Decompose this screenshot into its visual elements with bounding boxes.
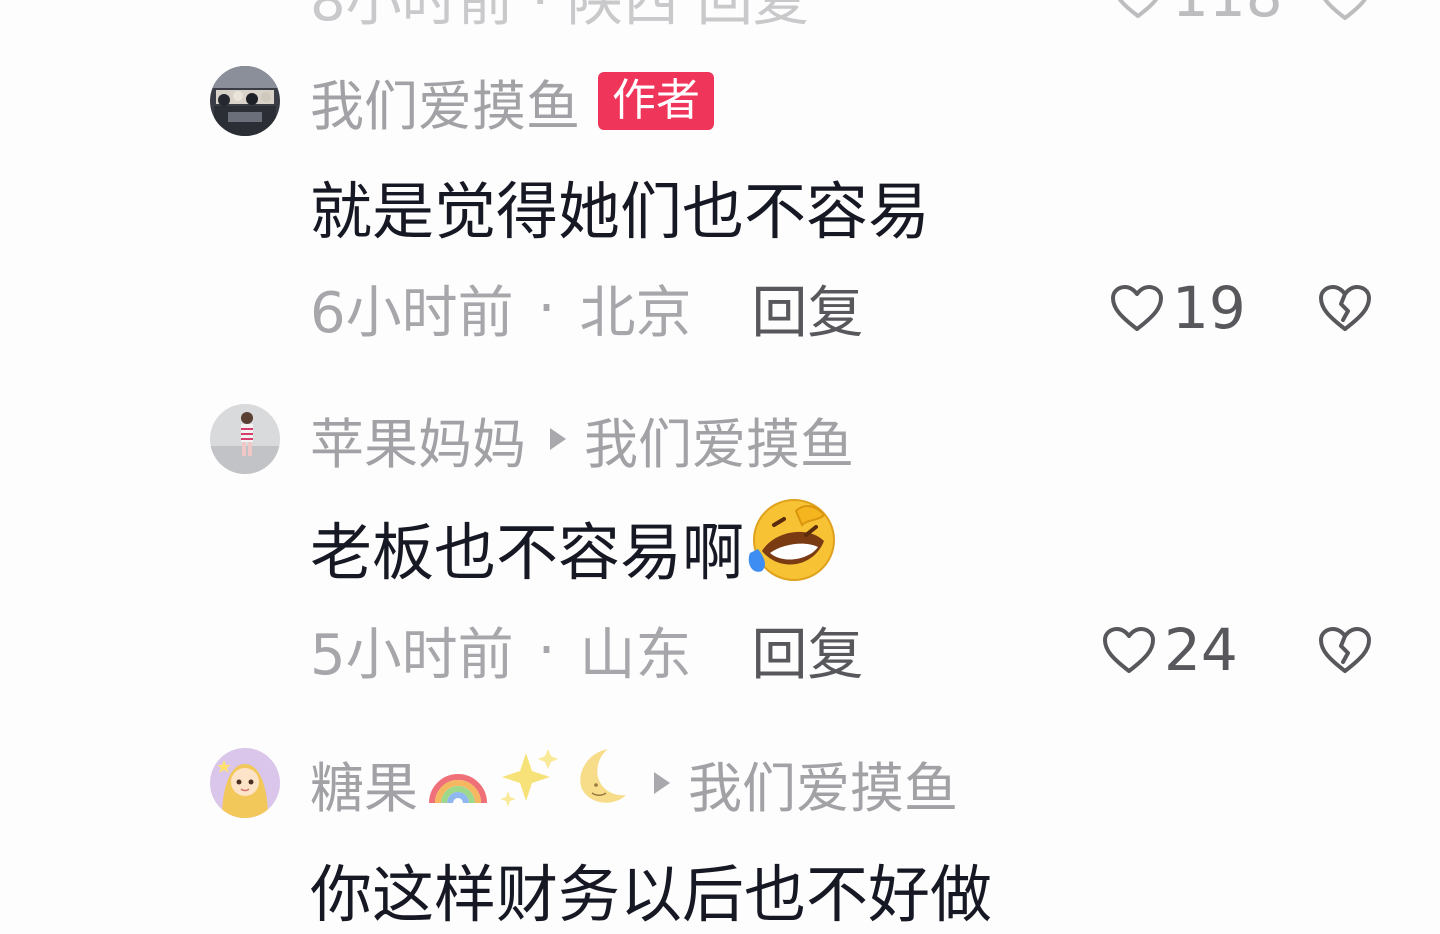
broken-heart-icon [1319, 627, 1371, 673]
comment-username[interactable]: 我们爱摸鱼 [310, 62, 580, 141]
avatar[interactable] [210, 404, 280, 474]
rainbow-icon [426, 745, 490, 822]
comment-text: 你这样财务以后也不好做 [310, 858, 993, 931]
triangle-right-icon [654, 772, 670, 794]
reply-to-username[interactable]: 我们爱摸鱼 [584, 400, 854, 479]
moon-icon [568, 745, 630, 822]
rolling-on-floor-laughing-emoji [744, 495, 840, 600]
broken-heart-icon [1323, 0, 1367, 20]
previous-comment-meta: 8小时前 · 陕西 回复 [310, 0, 809, 34]
meta-separator: · [537, 275, 556, 341]
reply-button[interactable]: 回复 [751, 610, 863, 691]
comment-username-row: 苹果妈妈 我们爱摸鱼 [310, 404, 854, 476]
dislike-button[interactable] [1318, 282, 1372, 338]
comment-location: 北京 [579, 280, 692, 346]
broken-heart-icon [1319, 285, 1371, 331]
avatar[interactable] [210, 748, 280, 818]
like-button[interactable]: 19 [1110, 274, 1246, 342]
avatar[interactable] [210, 66, 280, 136]
comment-time: 5小时前 [310, 622, 514, 688]
heart-outline-icon [1117, 0, 1159, 18]
comment-username[interactable]: 糖果 [310, 744, 418, 823]
dislike-button[interactable] [1318, 624, 1372, 680]
like-count: 19 [1172, 274, 1246, 342]
comment-text: 就是觉得她们也不容易 [310, 175, 931, 248]
author-badge: 作者 [598, 72, 714, 130]
comment-location: 山东 [579, 622, 692, 688]
heart-outline-icon [1103, 627, 1155, 673]
reply-button[interactable]: 回复 [751, 268, 863, 349]
comment-username-row: 我们爱摸鱼 作者 [310, 66, 714, 138]
sparkles-icon [496, 745, 562, 822]
previous-comment-meta-row: 8小时前 · 陕西 回复 118 [0, 0, 1440, 34]
reply-to-username[interactable]: 我们爱摸鱼 [688, 744, 958, 823]
heart-outline-icon [1111, 285, 1163, 331]
previous-dislike-button[interactable] [1318, 0, 1372, 26]
meta-separator: · [537, 617, 556, 683]
comment-text-row: 老板也不容易啊 [310, 498, 840, 592]
like-count: 24 [1164, 616, 1238, 684]
comment-username-row: 糖果 我们爱摸鱼 [310, 748, 958, 820]
previous-like-count: 118 [1172, 0, 1283, 30]
comment-meta: 5小时前 · 山东 回复 [310, 617, 863, 688]
comment-time: 6小时前 [310, 280, 514, 346]
previous-like-button[interactable]: 118 [1112, 0, 1283, 30]
comment-username[interactable]: 苹果妈妈 [310, 400, 526, 479]
comment-meta: 6小时前 · 北京 回复 [310, 275, 863, 346]
comment-text: 老板也不容易啊 [310, 516, 745, 589]
triangle-right-icon [550, 428, 566, 450]
like-button[interactable]: 24 [1102, 616, 1238, 684]
